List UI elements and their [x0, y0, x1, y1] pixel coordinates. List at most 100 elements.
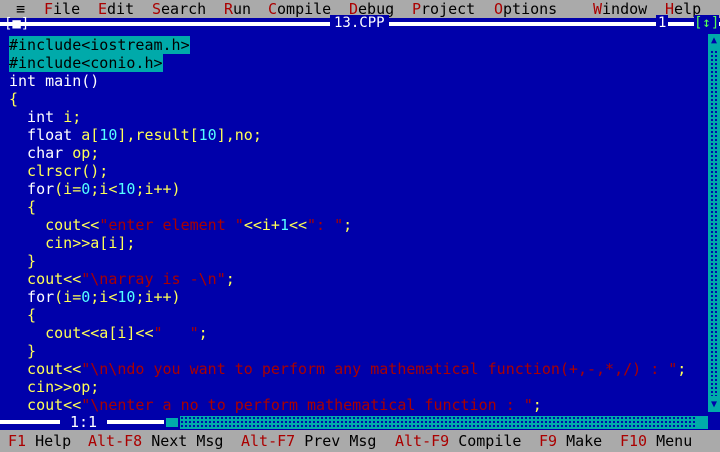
- cursor-position: 1:1: [60, 414, 108, 430]
- code-token: "\nenter a no to perform mathematical fu…: [81, 396, 533, 414]
- code-token: cout<<a[i]<<: [9, 324, 154, 342]
- code-line[interactable]: cin>>a[i];: [9, 234, 699, 252]
- editor-window: [■] 13.CPP 1 [↕] #include<iostream.h> #in…: [0, 15, 720, 430]
- code-line[interactable]: char op;: [9, 144, 699, 162]
- status-menu[interactable]: F10 Menu: [620, 430, 692, 452]
- menu-edit[interactable]: Edit: [98, 0, 134, 18]
- code-token: ],result[: [117, 126, 199, 144]
- code-line[interactable]: int i;: [9, 108, 699, 126]
- code-token: ;: [198, 324, 208, 342]
- code-token: ;: [677, 360, 687, 378]
- code-token: "\n\ndo you want to perform any mathemat…: [81, 360, 678, 378]
- window-title: 13.CPP: [330, 15, 389, 31]
- code-token: <<i+: [243, 216, 280, 234]
- code-token: cin>>a[i];: [9, 234, 136, 252]
- status-next-msg[interactable]: Alt-F8 Next Msg: [88, 430, 223, 452]
- scrollbar-thumb[interactable]: [164, 416, 180, 429]
- code-line[interactable]: cout<<a[i]<<" ";: [9, 324, 699, 342]
- code-line[interactable]: }: [9, 342, 699, 360]
- menu-run[interactable]: Run: [224, 0, 251, 18]
- menu-compile[interactable]: Compile: [268, 0, 331, 18]
- status-make[interactable]: F9 Make: [539, 430, 602, 452]
- horizontal-scrollbar[interactable]: [164, 416, 708, 429]
- code-token: }: [9, 252, 37, 270]
- code-token: #include<conio.h>: [9, 54, 163, 72]
- scrollbar-track[interactable]: [710, 50, 718, 396]
- code-line[interactable]: cout<<"enter element "<<i+1<<": ";: [9, 216, 699, 234]
- code-token: ;: [532, 396, 542, 414]
- code-line[interactable]: cout<<"\n\ndo you want to perform any ma…: [9, 360, 699, 378]
- code-line[interactable]: cout<<"\nenter a no to perform mathemati…: [9, 396, 699, 414]
- code-token: ": ": [307, 216, 344, 234]
- code-token: {: [9, 90, 19, 108]
- code-token: 10: [99, 126, 118, 144]
- code-token: 10: [117, 180, 136, 198]
- code-line[interactable]: #include<conio.h>: [9, 54, 699, 72]
- code-line[interactable]: for(i=0;i<10;i++): [9, 180, 699, 198]
- vertical-scrollbar[interactable]: ▲ ▼: [708, 34, 720, 412]
- code-token: ;: [343, 216, 353, 234]
- code-token: for: [9, 180, 55, 198]
- code-editor[interactable]: #include<iostream.h> #include<conio.h> int…: [9, 36, 699, 414]
- menu-search[interactable]: Search: [152, 0, 206, 18]
- code-token: " ": [153, 324, 199, 342]
- status-prev-msg[interactable]: Alt-F7 Prev Msg: [241, 430, 376, 452]
- code-token: clrscr();: [9, 162, 109, 180]
- code-token: cout<<: [9, 216, 100, 234]
- code-token: cout<<: [9, 360, 82, 378]
- code-token: float: [9, 126, 82, 144]
- menu-window[interactable]: Window: [593, 0, 647, 18]
- code-token: ;i++): [135, 180, 181, 198]
- code-token: ;: [225, 270, 235, 288]
- code-token: op;: [72, 144, 100, 162]
- code-token: 0: [81, 180, 91, 198]
- code-line[interactable]: #include<iostream.h>: [9, 36, 699, 54]
- code-token: i;: [63, 108, 82, 126]
- code-token: ;i<: [90, 288, 118, 306]
- code-token: int main(): [9, 72, 100, 90]
- code-line[interactable]: }: [9, 252, 699, 270]
- code-token: ],no;: [216, 126, 262, 144]
- code-token: cout<<: [9, 270, 82, 288]
- code-line[interactable]: int main(): [9, 72, 699, 90]
- code-token: char: [9, 144, 73, 162]
- code-token: cout<<: [9, 396, 82, 414]
- scroll-up-arrow-icon[interactable]: ▲: [708, 34, 720, 48]
- code-line[interactable]: cin>>op;: [9, 378, 699, 396]
- status-bar: F1 Help Alt-F8 Next Msg Alt-F7 Prev Msg …: [0, 430, 720, 452]
- code-line[interactable]: {: [9, 198, 699, 216]
- window-number: 1: [656, 15, 669, 31]
- code-line[interactable]: for(i=0;i<10;i++): [9, 288, 699, 306]
- window-frame-top: [■] 13.CPP 1 [↕]: [0, 15, 720, 32]
- code-token: (i=: [54, 288, 82, 306]
- code-token: cin>>op;: [9, 378, 100, 396]
- status-help[interactable]: F1 Help: [8, 430, 71, 452]
- code-token: (i=: [54, 180, 82, 198]
- code-token: {: [9, 306, 37, 324]
- code-line[interactable]: float a[10],result[10],no;: [9, 126, 699, 144]
- code-line[interactable]: clrscr();: [9, 162, 699, 180]
- code-line[interactable]: {: [9, 90, 699, 108]
- code-token: {: [9, 198, 37, 216]
- code-token: <<: [288, 216, 308, 234]
- code-line[interactable]: {: [9, 306, 699, 324]
- code-token: "enter element ": [99, 216, 244, 234]
- code-line[interactable]: cout<<"\narray is -\n";: [9, 270, 699, 288]
- scroll-right-arrow-icon[interactable]: [696, 416, 708, 429]
- code-token: 10: [117, 288, 136, 306]
- menu-project[interactable]: Project: [412, 0, 475, 18]
- scroll-down-arrow-icon[interactable]: ▼: [708, 398, 720, 412]
- menu-options[interactable]: Options: [494, 0, 557, 18]
- code-token: ;i<: [90, 180, 118, 198]
- code-token: }: [9, 342, 37, 360]
- close-window-button[interactable]: [■]: [4, 16, 29, 32]
- window-frame-bottom: 1:1: [0, 414, 720, 430]
- status-compile[interactable]: Alt-F9 Compile: [395, 430, 521, 452]
- code-token: 10: [198, 126, 217, 144]
- menu-file[interactable]: File: [44, 0, 80, 18]
- code-token: for: [9, 288, 55, 306]
- zoom-window-button[interactable]: [↕]: [694, 15, 720, 31]
- code-token: 0: [81, 288, 91, 306]
- code-token: int: [9, 108, 64, 126]
- code-token: #include<iostream.h>: [9, 36, 190, 54]
